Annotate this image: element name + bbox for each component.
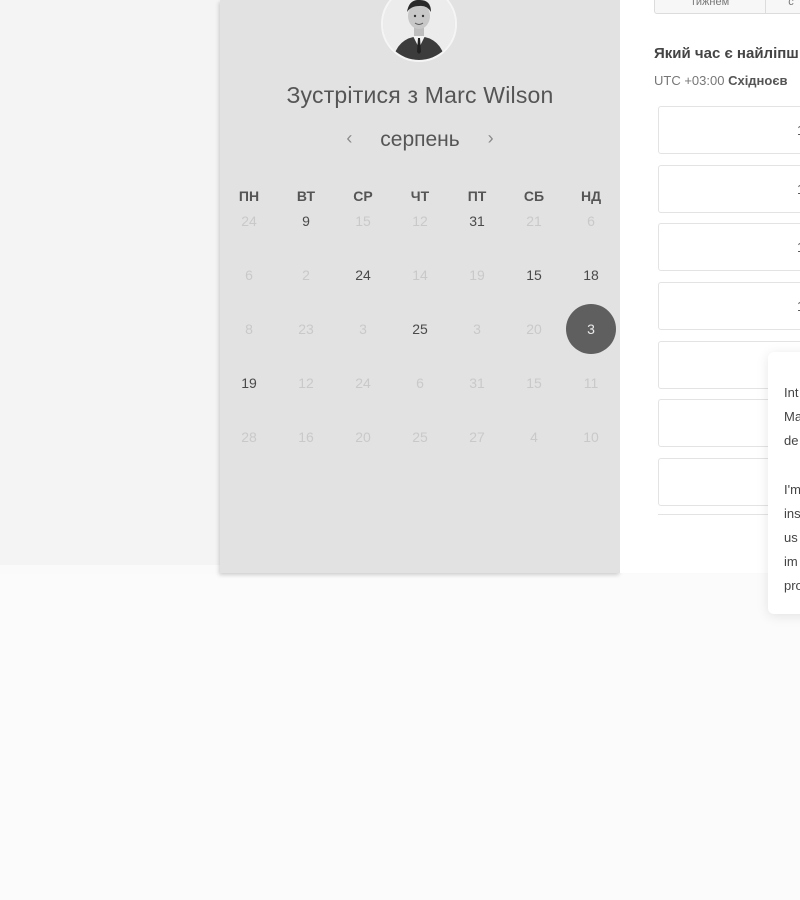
popover-text-line: de	[784, 433, 799, 448]
view-toggle: тижнем с	[654, 0, 800, 14]
available-day[interactable]: 9	[281, 196, 331, 246]
month-label: серпень	[380, 128, 460, 151]
unavailable-day: 4	[530, 429, 538, 445]
unavailable-day: 12	[298, 375, 314, 391]
selected-day[interactable]: 3	[566, 304, 616, 354]
tab-other[interactable]: с	[766, 0, 800, 13]
unavailable-day: 3	[359, 321, 367, 337]
avatar	[381, 0, 457, 62]
unavailable-day: 23	[298, 321, 314, 337]
meeting-title: Зустрітися з Marc Wilson	[286, 82, 554, 108]
unavailable-day: 28	[241, 429, 257, 445]
available-day[interactable]: 19	[224, 358, 274, 408]
available-day[interactable]: 31	[452, 196, 502, 246]
popover-text-line: im	[784, 554, 798, 569]
unavailable-day: 31	[469, 375, 485, 391]
unavailable-day: 2	[302, 267, 310, 283]
calendar-grid: ПН ВТ СР ЧТ ПТ СБ НД 24 9 15 12 31 21 6 6 2 24 14 1…	[220, 188, 620, 445]
page: Зустрітися з Marc Wilson ‹ серпень › ПН …	[0, 0, 800, 900]
available-day[interactable]: 18	[566, 250, 616, 300]
unavailable-day: 24	[355, 375, 371, 391]
unavailable-day: 12	[412, 213, 428, 229]
time-slot-button[interactable]: 1	[658, 282, 800, 330]
host-info-popover: Int Ma de I'm ins us im pro	[768, 352, 800, 614]
available-day[interactable]: 25	[395, 304, 445, 354]
timezone-offset: UTC +03:00	[654, 73, 725, 88]
popover-text-line: Int	[784, 385, 799, 400]
time-slot-button[interactable]: 1	[658, 165, 800, 213]
unavailable-day: 27	[469, 429, 485, 445]
unavailable-day: 15	[355, 213, 371, 229]
time-slot-button[interactable]: 1	[658, 106, 800, 154]
unavailable-day: 19	[469, 267, 485, 283]
available-day[interactable]: 15	[509, 250, 559, 300]
unavailable-day: 20	[526, 321, 542, 337]
chevron-left-icon[interactable]: ‹	[338, 128, 360, 149]
unavailable-day: 11	[583, 375, 599, 391]
unavailable-day: 6	[416, 375, 424, 391]
person-avatar-icon	[383, 0, 455, 60]
popover-text-line: I'm	[784, 482, 800, 497]
unavailable-day: 16	[298, 429, 314, 445]
unavailable-day: 6	[245, 267, 253, 283]
popover-text-line: ins	[784, 506, 800, 521]
tab-week[interactable]: тижнем	[655, 0, 766, 13]
bottom-background	[0, 574, 800, 900]
unavailable-day: 24	[241, 213, 257, 229]
unavailable-day: 20	[355, 429, 371, 445]
unavailable-day: 10	[583, 429, 599, 445]
unavailable-day: 21	[526, 213, 542, 229]
unavailable-day: 15	[526, 375, 542, 391]
unavailable-day: 8	[245, 321, 253, 337]
timezone-label[interactable]: UTC +03:00 Східноєв	[654, 73, 788, 88]
left-background	[0, 0, 220, 565]
popover-text-line: pro	[784, 578, 800, 593]
calendar-panel: Зустрітися з Marc Wilson ‹ серпень › ПН …	[220, 0, 620, 573]
unavailable-day: 6	[587, 213, 595, 229]
popover-text-line: Ma	[784, 409, 800, 424]
popover-text-line: us	[784, 530, 798, 545]
unavailable-day: 25	[412, 429, 428, 445]
time-question: Який час є найліпш	[654, 45, 799, 62]
unavailable-day: 14	[412, 267, 428, 283]
timezone-name: Східноєв	[728, 73, 788, 88]
available-day[interactable]: 24	[338, 250, 388, 300]
unavailable-day: 3	[473, 321, 481, 337]
chevron-right-icon[interactable]: ›	[480, 128, 502, 149]
time-slot-button[interactable]: 1	[658, 223, 800, 271]
month-navigation: ‹ серпень ›	[220, 128, 620, 152]
